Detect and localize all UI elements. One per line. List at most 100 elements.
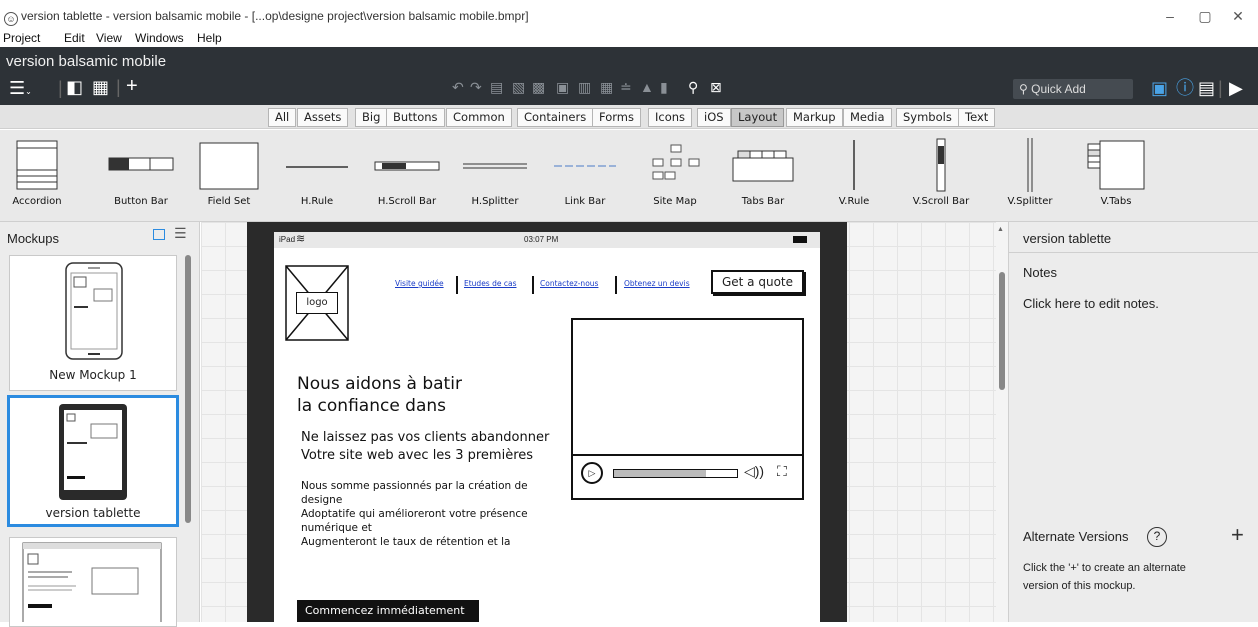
notes-editor[interactable]: Click here to edit notes. [1023,296,1159,311]
get-quote-button[interactable]: Get a quote [711,270,804,294]
paste-icon[interactable]: ▧ [512,79,525,96]
library-item-link-bar[interactable]: Link Bar [552,130,618,222]
category-containers[interactable]: Containers [517,108,594,127]
library-item-v-tabs[interactable]: V.Tabs [1086,130,1146,222]
clipboard-icon[interactable]: ▩ [532,79,545,96]
v-splitter-preview-icon [1027,138,1033,192]
volume-icon[interactable]: ◁)) [744,463,764,480]
group-icon[interactable]: ▣ [556,79,569,96]
menu-view[interactable]: View [96,31,122,45]
canvas-scrollbar[interactable]: ▲ [996,222,1008,622]
library-item-v-scroll-bar[interactable]: V.Scroll Bar [908,130,974,222]
restore-button[interactable]: ▢ [1195,8,1215,26]
nav-separator [615,276,617,294]
library-item-v-splitter[interactable]: V.Splitter [1005,130,1055,222]
lock-icon[interactable]: ▲ [640,79,654,95]
library-item-accordion[interactable]: Accordion [10,130,64,222]
grid-view-icon[interactable]: ▦ [92,78,109,96]
button-bar-preview-icon [108,157,174,171]
menu-hamburger-icon[interactable]: ☰⌄ [9,79,32,101]
app-toolbar: version balsamic mobile ☰⌄ | ◧ ▦ | + ↶ ↷… [0,47,1258,105]
fullscreen-icon[interactable]: ⊠ [710,79,722,96]
play-icon[interactable]: ▶ [1229,79,1243,97]
nav-link-devis[interactable]: Obtenez un devis [624,279,690,288]
library-item-h-splitter[interactable]: H.Splitter [462,130,528,222]
library-item-h-scroll-bar[interactable]: H.Scroll Bar [374,130,440,222]
library-item-h-rule[interactable]: H.Rule [284,130,350,222]
library-label: Field Set [207,196,251,207]
video-divider [573,454,802,456]
category-buttons[interactable]: Buttons [386,108,445,127]
category-text[interactable]: Text [958,108,996,127]
project-name: version balsamic mobile [6,53,167,70]
help-icon[interactable]: ? [1147,527,1167,547]
category-symbols[interactable]: Symbols [896,108,959,127]
mockups-scrollbar[interactable] [185,255,191,523]
library-label: Link Bar [564,196,606,207]
list-view-icon[interactable]: ☰ [174,225,187,242]
undo-icon[interactable]: ↶ [452,79,464,96]
redo-icon[interactable]: ↷ [470,79,482,96]
info-icon[interactable]: ⓘ [1176,79,1194,97]
library-item-v-rule[interactable]: V.Rule [834,130,874,222]
category-icons[interactable]: Icons [648,108,693,127]
canvas-scroll-thumb[interactable] [999,272,1005,390]
close-button[interactable]: ✕ [1228,8,1248,26]
menu-windows[interactable]: Windows [135,31,184,45]
single-view-icon[interactable] [153,229,165,240]
category-ios[interactable]: iOS [697,108,731,127]
mockup-title-field[interactable]: version tablette [1023,231,1111,246]
library-item-tabs-bar[interactable]: Tabs Bar [728,130,798,222]
category-media[interactable]: Media [843,108,892,127]
menu-bar: Project Edit View Windows Help [0,31,1258,47]
mockup-thumbnail-new-mockup-1[interactable]: New Mockup 1 [9,255,177,391]
ungroup-icon[interactable]: ▥ [578,79,591,96]
category-forms[interactable]: Forms [592,108,641,127]
copy-icon[interactable]: ▤ [490,79,503,96]
quick-add-input[interactable]: ⚲ Quick Add [1013,79,1133,99]
category-all[interactable]: All [268,108,297,127]
distribute-icon[interactable]: ≐ [620,79,632,96]
panel-toggle-icon[interactable]: ◧ [66,78,83,96]
mockup-thumbnail-version-tablette[interactable]: version tablette [7,395,179,527]
presentation-icon[interactable]: ▣ [1151,79,1168,97]
category-common[interactable]: Common [446,108,512,127]
notes-panel-icon[interactable]: ▤ [1198,79,1215,97]
minimize-button[interactable]: – [1160,8,1180,26]
add-alternate-version-button[interactable]: + [1231,522,1244,548]
nav-link-contact[interactable]: Contactez-nous [540,279,598,288]
start-now-button[interactable]: Commencez immédiatement [297,600,479,622]
menu-edit[interactable]: Edit [64,31,85,45]
category-filter-bar: All Assets Big Buttons Common Containers… [0,105,1258,129]
mockup-thumbnail-label: New Mockup 1 [49,368,137,382]
nav-link-visite[interactable]: Visite guidée [395,279,444,288]
search-icon[interactable]: ⚲ [688,79,698,96]
video-progress-bar[interactable] [613,469,738,478]
notes-label: Notes [1023,265,1057,280]
scroll-up-icon[interactable]: ▲ [997,226,1004,233]
menu-help[interactable]: Help [197,31,222,45]
link-bar-preview-icon [554,165,616,167]
alternate-hint-line-1: Click the '+' to create an alternate [1023,562,1186,574]
battery-icon [793,236,807,243]
nav-separator [456,276,458,294]
body-line-3: Adoptatife qui amélioreront votre présen… [301,508,528,520]
category-big[interactable]: Big [355,108,388,127]
trash-icon[interactable]: ▮ [660,79,668,96]
category-layout[interactable]: Layout [731,108,785,127]
canvas[interactable]: iPad ≋ 03:07 PM logo Visite guidée Etude… [201,222,996,622]
library-item-button-bar[interactable]: Button Bar [106,130,176,222]
alternate-hint-line-2: version of this mockup. [1023,580,1136,592]
menu-project[interactable]: Project [3,31,40,45]
category-assets[interactable]: Assets [297,108,349,127]
category-markup[interactable]: Markup [786,108,843,127]
add-mockup-icon[interactable]: + [126,76,138,96]
library-item-site-map[interactable]: Site Map [640,130,710,222]
play-icon[interactable]: ▷ [581,462,603,484]
mockup-thumbnail-desktop[interactable] [9,537,177,627]
video-player[interactable]: ▷ ◁)) ⛶ [571,318,804,500]
fullscreen-icon[interactable]: ⛶ [777,463,787,480]
align-icon[interactable]: ▦ [600,79,613,96]
nav-link-etudes[interactable]: Etudes de cas [464,279,517,288]
library-item-field-set[interactable]: Field Set [197,130,261,222]
